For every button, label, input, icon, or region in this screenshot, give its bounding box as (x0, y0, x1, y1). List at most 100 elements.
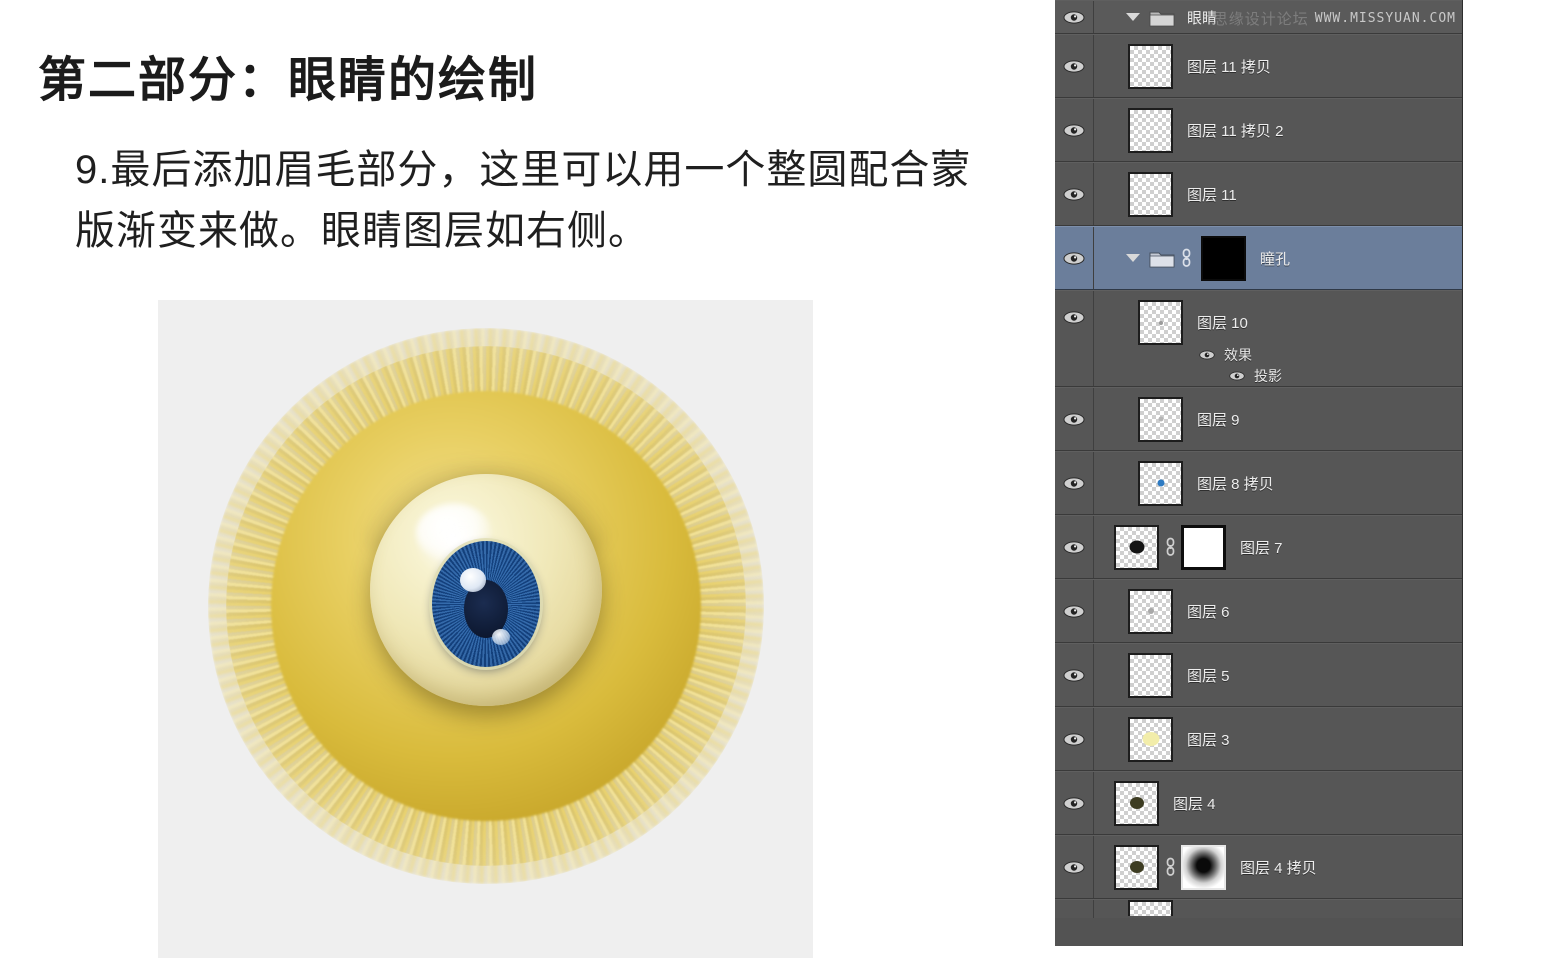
visibility-toggle[interactable] (1055, 516, 1094, 578)
layer-row[interactable]: 图层 9 (1055, 387, 1462, 451)
layer-thumbnail[interactable] (1138, 300, 1183, 345)
layer-name-label: 图层 4 (1173, 795, 1216, 813)
chain-link-icon (1166, 537, 1174, 556)
eye-icon (1063, 796, 1085, 810)
visibility-toggle[interactable] (1055, 163, 1094, 225)
layer-group-row-eye[interactable]: 眼睛 (1055, 0, 1462, 34)
layer-name-label: 图层 5 (1187, 667, 1230, 685)
link-icon[interactable] (1162, 537, 1178, 557)
layer-thumbnail[interactable] (1114, 524, 1159, 570)
layer-row-masked[interactable]: 图层 4 拷贝 (1055, 835, 1462, 899)
eye-icon (1063, 476, 1085, 490)
eye-icon (1063, 251, 1085, 265)
chain-link-icon (1182, 248, 1190, 267)
eye-icon (1063, 10, 1085, 24)
chevron-down-icon[interactable] (1126, 254, 1140, 262)
layer-thumbnail[interactable] (1128, 171, 1173, 217)
layer-name-label: 图层 7 (1240, 539, 1283, 557)
iris-highlight-small (491, 628, 510, 645)
page-title: 第二部分：眼睛的绘制 (38, 54, 539, 107)
visibility-toggle[interactable] (1055, 99, 1094, 161)
link-icon[interactable] (1162, 857, 1178, 877)
eye-icon (1063, 860, 1085, 874)
visibility-toggle[interactable] (1055, 452, 1094, 514)
layer-name-label: 图层 11 拷贝 2 (1187, 122, 1284, 140)
visibility-toggle[interactable] (1055, 836, 1094, 898)
layer-thumbnail[interactable] (1114, 844, 1159, 890)
layer-row[interactable]: 图层 4 (1055, 771, 1462, 835)
tutorial-paragraph: 9.最后添加眉毛部分，这里可以用一个整圆配合蒙版渐变来做。眼睛图层如右侧。 (75, 148, 972, 253)
effects-label: 效果 (1224, 347, 1252, 364)
layer-name-label: 图层 4 拷贝 (1240, 859, 1317, 877)
layer-row-partial[interactable] (1055, 899, 1462, 918)
layer-thumbnail[interactable] (1128, 43, 1173, 89)
layer-thumbnail[interactable] (1138, 460, 1183, 506)
iris (431, 540, 540, 667)
layer-thumbnail[interactable] (1128, 716, 1173, 762)
layer-row-masked[interactable]: 图层 7 (1055, 515, 1462, 579)
eye-icon (1063, 732, 1085, 746)
layer-name-label: 图层 9 (1197, 411, 1240, 429)
layer-row[interactable]: 图层 5 (1055, 643, 1462, 707)
eye-icon (1063, 123, 1085, 137)
layer-name-label: 图层 11 拷贝 (1187, 58, 1271, 76)
layer-row-with-effects[interactable]: 图层 10 效果 投影 (1055, 290, 1462, 387)
visibility-toggle[interactable] (1055, 580, 1094, 642)
layer-thumbnail[interactable] (1138, 396, 1183, 442)
eye-icon (1063, 668, 1085, 682)
eye-icon (1063, 412, 1085, 426)
layer-row[interactable]: 图层 8 拷贝 (1055, 451, 1462, 515)
visibility-toggle[interactable] (1055, 900, 1094, 918)
folder-icon (1149, 252, 1175, 267)
visibility-toggle[interactable] (1055, 291, 1094, 386)
visibility-toggle[interactable] (1055, 35, 1094, 97)
layer-row[interactable]: 图层 11 (1055, 162, 1462, 226)
layer-name-label: 图层 10 (1197, 315, 1248, 332)
layer-name-label: 图层 8 拷贝 (1197, 475, 1274, 493)
eye-icon (1063, 311, 1085, 324)
layer-row[interactable]: 图层 6 (1055, 579, 1462, 643)
visibility-toggle[interactable] (1055, 772, 1094, 834)
iris-highlight-large (459, 568, 486, 593)
layer-name-label: 图层 3 (1187, 731, 1230, 749)
layer-group-label: 眼睛 (1187, 9, 1218, 27)
layer-effect-row[interactable]: 投影 (1104, 366, 1282, 387)
eye-icon (1063, 59, 1085, 73)
folder-icon (1149, 11, 1175, 26)
layer-row[interactable]: 图层 11 拷贝 (1055, 34, 1462, 98)
visibility-toggle[interactable] (1055, 708, 1094, 770)
chevron-down-icon[interactable] (1126, 13, 1140, 21)
effect-name-label: 投影 (1254, 367, 1282, 384)
chain-link-icon (1166, 857, 1174, 876)
layer-effects-row[interactable]: 效果 (1104, 345, 1252, 366)
eye-icon (1063, 187, 1085, 201)
visibility-toggle[interactable] (1055, 388, 1094, 450)
eyeball (369, 473, 602, 706)
eye-icon[interactable] (1229, 371, 1245, 381)
layer-name-label: 图层 6 (1187, 603, 1230, 621)
layer-mask-thumbnail[interactable] (1181, 844, 1226, 890)
layer-name-label: 图层 11 (1187, 186, 1237, 204)
link-icon[interactable] (1178, 248, 1194, 268)
layer-group-row-pupil-selected[interactable]: 瞳孔 (1055, 226, 1462, 290)
layer-thumbnail[interactable] (1128, 107, 1173, 153)
eye-icon (1063, 604, 1085, 618)
layers-panel[interactable]: 眼睛 图层 11 拷贝 图层 11 拷贝 2 图层 11 瞳孔 图层 10 效果… (1055, 0, 1463, 946)
visibility-toggle[interactable] (1055, 1, 1094, 33)
layer-thumbnail[interactable] (1128, 588, 1173, 634)
layer-row[interactable]: 图层 11 拷贝 2 (1055, 98, 1462, 162)
layer-group-label: 瞳孔 (1260, 250, 1291, 268)
furry-eye-illustration (191, 311, 780, 901)
layer-row[interactable]: 图层 3 (1055, 707, 1462, 771)
layer-thumbnail[interactable] (1128, 652, 1173, 698)
layer-mask-thumbnail[interactable] (1181, 524, 1226, 570)
layer-thumbnail[interactable] (1114, 780, 1159, 826)
artwork-canvas (158, 300, 813, 958)
visibility-toggle[interactable] (1055, 227, 1094, 289)
eye-icon (1063, 540, 1085, 554)
visibility-toggle[interactable] (1055, 644, 1094, 706)
layer-mask-thumbnail[interactable] (1201, 235, 1246, 281)
eye-icon[interactable] (1199, 350, 1215, 360)
layer-thumbnail[interactable] (1128, 900, 1173, 916)
tutorial-pane: 第二部分：眼睛的绘制 9.最后添加眉毛部分，这里可以用一个整圆配合蒙版渐变来做。… (0, 0, 1055, 976)
